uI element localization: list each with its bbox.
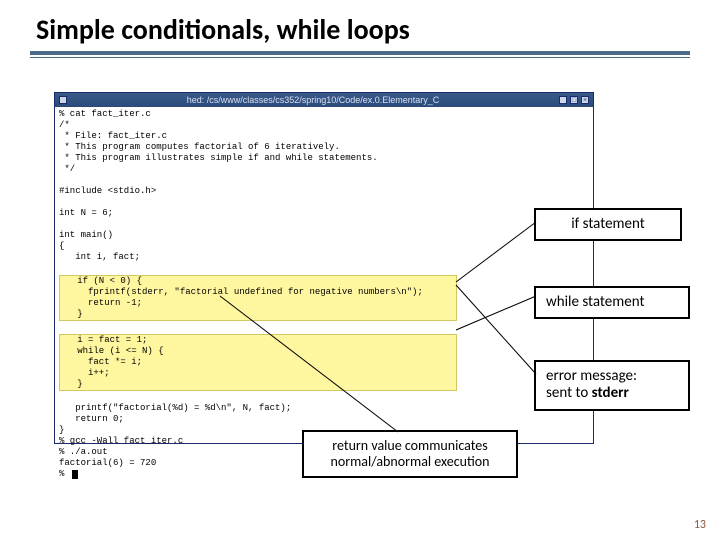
maximize-icon: □: [570, 96, 578, 104]
highlighted-if-block: if (N < 0) { fprintf(stderr, "factorial …: [59, 275, 457, 321]
code-line: while (i <= N) {: [61, 346, 455, 357]
title-rule: [30, 51, 690, 58]
code-line: fact *= i;: [61, 357, 455, 368]
code-line: int i, fact;: [59, 252, 589, 263]
code-line: return 0;: [59, 414, 589, 425]
code-line: /*: [59, 120, 589, 131]
callout-line: normal/abnormal execution: [314, 454, 506, 470]
code-line: % cat fact_iter.c: [59, 109, 589, 120]
code-line: int N = 6;: [59, 208, 589, 219]
code-line: }: [61, 309, 455, 320]
code-line: * This program computes factorial of 6 i…: [59, 142, 589, 153]
callout-line: return value communicates: [314, 438, 506, 454]
minimize-icon: _: [559, 96, 567, 104]
code-line: [59, 175, 589, 186]
code-line: i++;: [61, 368, 455, 379]
code-line: int main(): [59, 230, 589, 241]
callout-line: error message:: [546, 368, 678, 385]
close-icon: ×: [581, 96, 589, 104]
callout-while-statement: while statement: [534, 286, 690, 319]
code-line: #include <stdio.h>: [59, 186, 589, 197]
terminal-titlebar: hed: /cs/www/classes/cs352/spring10/Code…: [55, 93, 593, 107]
code-line: [59, 392, 589, 403]
code-line: i = fact = 1;: [61, 335, 455, 346]
window-menu-icon: [59, 96, 67, 104]
callout-return-value: return value communicates normal/abnorma…: [302, 430, 518, 478]
code-line: * This program illustrates simple if and…: [59, 153, 589, 164]
code-line: return -1;: [61, 298, 455, 309]
code-line: [59, 197, 589, 208]
code-line: if (N < 0) {: [61, 276, 455, 287]
callout-if-statement: if statement: [534, 208, 682, 241]
callout-error-message: error message:sent to stderr: [534, 360, 690, 411]
code-line: [59, 219, 589, 230]
callout-line: sent to stderr: [546, 385, 678, 402]
code-line: [59, 322, 589, 333]
code-line: }: [61, 379, 455, 390]
terminal-body: % cat fact_iter.c/* * File: fact_iter.c …: [55, 107, 593, 443]
code-line: printf("factorial(%d) = %d\n", N, fact);: [59, 403, 589, 414]
terminal-window: hed: /cs/www/classes/cs352/spring10/Code…: [54, 92, 594, 444]
highlighted-while-block: i = fact = 1; while (i <= N) { fact *= i…: [59, 334, 457, 391]
code-line: * File: fact_iter.c: [59, 131, 589, 142]
page-number: 13: [694, 518, 706, 532]
cursor-icon: [72, 470, 78, 479]
code-line: {: [59, 241, 589, 252]
slide-title: Simple conditionals, while loops: [0, 0, 720, 51]
code-line: */: [59, 164, 589, 175]
terminal-title-text: hed: /cs/www/classes/cs352/spring10/Code…: [67, 95, 559, 106]
code-line: [59, 263, 589, 274]
code-line: fprintf(stderr, "factorial undefined for…: [61, 287, 455, 298]
